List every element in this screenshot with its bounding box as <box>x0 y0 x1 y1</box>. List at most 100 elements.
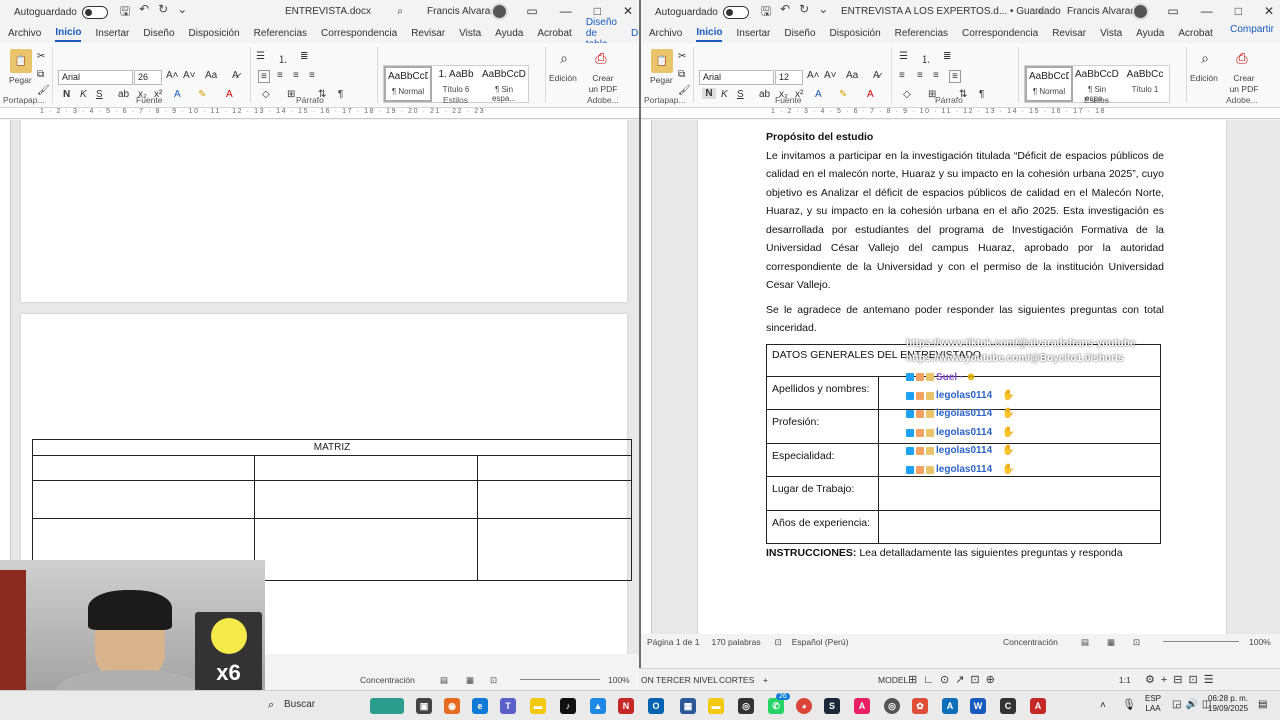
table-cell[interactable] <box>254 518 478 581</box>
answer-cell[interactable] <box>878 476 1161 511</box>
answer-cell[interactable] <box>878 509 1161 544</box>
shading-icon[interactable]: ◇ <box>903 89 911 100</box>
underline-icon[interactable]: S <box>737 89 744 100</box>
style-item[interactable]: AaBbCcDc ¶ Normal <box>1025 66 1073 102</box>
tab-acrobat[interactable]: Acrobat <box>1178 28 1212 39</box>
copy-icon[interactable]: ⧉ <box>678 69 685 80</box>
ribbon-display-icon[interactable]: ▭ <box>1167 4 1178 18</box>
taskbar-search[interactable]: Buscar <box>284 699 315 710</box>
zoom-level[interactable]: 100% <box>608 675 630 685</box>
snap-icons[interactable]: ⊞∟⊙↗⊡⊕ <box>908 673 1001 686</box>
bullets-icon[interactable]: ☰ <box>899 51 908 62</box>
ribbon-display-icon[interactable]: ▭ <box>526 4 537 18</box>
customize-icon[interactable]: ⌄ <box>177 2 187 23</box>
font-color-icon[interactable]: A <box>867 89 874 100</box>
file-explorer-icon[interactable]: ▬ <box>530 698 546 714</box>
table-cell[interactable] <box>32 480 255 519</box>
style-item[interactable]: AaBbCcDc ¶ Sin espa... <box>480 66 528 103</box>
language-indicator[interactable]: ESP LAA <box>1145 694 1161 714</box>
align-right-icon[interactable]: ≡ <box>933 70 939 81</box>
paste-icon[interactable]: 📋 <box>651 49 673 73</box>
proofing-icon[interactable]: ⊡ <box>775 637 782 648</box>
find-icon[interactable]: ⌕ <box>555 49 573 67</box>
redo-icon[interactable]: ↻ <box>799 2 809 23</box>
cut-icon[interactable]: ✂ <box>678 51 686 62</box>
multilevel-icon[interactable]: ≣ <box>300 51 308 62</box>
highlight-icon[interactable]: ✎ <box>198 89 206 100</box>
folder-icon[interactable]: ▬ <box>708 698 724 714</box>
pilcrow-icon[interactable]: ¶ <box>979 89 984 100</box>
share-button[interactable]: Compartir <box>1230 24 1274 35</box>
numbering-icon[interactable]: ⒈ <box>921 51 931 66</box>
font-size-box[interactable]: 26 <box>134 70 162 85</box>
undo-icon[interactable]: ↶ <box>139 2 149 23</box>
tab-archivo[interactable]: Archivo <box>649 28 682 39</box>
close-icon[interactable]: ✕ <box>623 4 633 18</box>
search-highlight-image[interactable] <box>370 698 404 714</box>
clock[interactable]: 06:28 p. m. 19/09/2025 <box>1208 694 1248 714</box>
align-center-icon[interactable]: ≡ <box>277 70 283 81</box>
change-case-icon[interactable]: Aa <box>846 70 858 81</box>
underline-icon[interactable]: S <box>96 89 103 100</box>
model-button[interactable]: MODEL <box>878 675 908 685</box>
zoom-slider[interactable] <box>520 679 600 680</box>
store-icon[interactable]: ▦ <box>680 698 696 714</box>
page-count[interactable]: Página 1 de 1 <box>647 637 699 647</box>
acrobat-icon[interactable]: A <box>1030 698 1046 714</box>
bold-icon[interactable]: N <box>702 88 716 99</box>
close-icon[interactable]: ✕ <box>1264 4 1274 18</box>
teams-icon[interactable]: T <box>500 698 516 714</box>
web-layout-icon[interactable]: ⊡ <box>1133 637 1140 648</box>
tab-disposición[interactable]: Disposición <box>189 28 240 39</box>
find-icon[interactable]: ⌕ <box>1196 49 1214 67</box>
tiktok-icon[interactable]: ♪ <box>560 698 576 714</box>
edit-label[interactable]: Edición <box>1190 73 1218 83</box>
tab-insertar[interactable]: Insertar <box>95 28 129 39</box>
save-icon[interactable]: 🖫 <box>120 2 130 23</box>
change-case-icon[interactable]: Aa <box>205 70 217 81</box>
firefox-icon[interactable]: ◉ <box>444 698 460 714</box>
horizontal-ruler[interactable]: 1 · 2 · 3 · 4 · 5 · 6 · 7 · 8 · 9 · 10 ·… <box>641 108 1280 119</box>
font-color-icon[interactable]: A <box>226 89 233 100</box>
maximize-icon[interactable]: □ <box>1235 4 1242 18</box>
netflix-icon[interactable]: N <box>618 698 634 714</box>
text-effects-icon[interactable]: A <box>815 89 822 100</box>
acrobat-reader-icon[interactable]: A <box>854 698 870 714</box>
search-icon[interactable]: ⌕ <box>393 4 407 18</box>
table-cell[interactable] <box>477 480 632 519</box>
tab-referencias[interactable]: Referencias <box>895 28 948 39</box>
maximize-icon[interactable]: □ <box>594 4 601 18</box>
focus-mode-button[interactable]: Concentración <box>1003 637 1058 647</box>
table-cell[interactable] <box>254 480 478 519</box>
bold-icon[interactable]: N <box>63 89 70 100</box>
customize-icon[interactable]: ⌄ <box>818 2 828 23</box>
autosave-toggle[interactable] <box>81 5 108 19</box>
tab-acrobat[interactable]: Acrobat <box>537 28 571 39</box>
align-left-icon[interactable]: ≡ <box>899 70 905 81</box>
tab-diseño[interactable]: Diseño <box>784 28 815 39</box>
zoom-slider[interactable] <box>1163 641 1239 642</box>
word-icon[interactable]: W <box>970 698 986 714</box>
shrink-font-icon[interactable]: A˅ <box>183 70 196 81</box>
tab-vista[interactable]: Vista <box>459 28 481 39</box>
outlook-icon[interactable]: O <box>648 698 664 714</box>
search-icon[interactable]: ⌕ <box>1033 4 1047 18</box>
italic-icon[interactable]: K <box>721 89 728 100</box>
table-cell[interactable] <box>477 518 632 581</box>
clear-format-icon[interactable]: A̷ <box>873 70 880 81</box>
justify-icon[interactable]: ≡ <box>949 70 961 83</box>
notifications-icon[interactable]: ▤ <box>1258 699 1267 710</box>
highlight-icon[interactable]: ✎ <box>839 89 847 100</box>
undo-icon[interactable]: ↶ <box>780 2 790 23</box>
layout-tab[interactable]: CORTES <box>719 675 754 685</box>
create-pdf-label[interactable]: Crear un PDF <box>1229 73 1259 95</box>
avatar[interactable] <box>491 3 508 20</box>
tool-icons[interactable]: ⚙+⊟⊡☰ <box>1145 673 1220 686</box>
font-size-box[interactable]: 12 <box>775 70 803 85</box>
read-mode-icon[interactable]: ▤ <box>440 675 448 686</box>
chrome-icon[interactable]: ◕ <box>796 698 812 714</box>
redo-icon[interactable]: ↻ <box>158 2 168 23</box>
align-right-icon[interactable]: ≡ <box>293 70 299 81</box>
style-item[interactable]: AaBbCcDc ¶ Normal <box>384 66 432 102</box>
print-layout-icon[interactable]: ▦ <box>466 675 474 686</box>
